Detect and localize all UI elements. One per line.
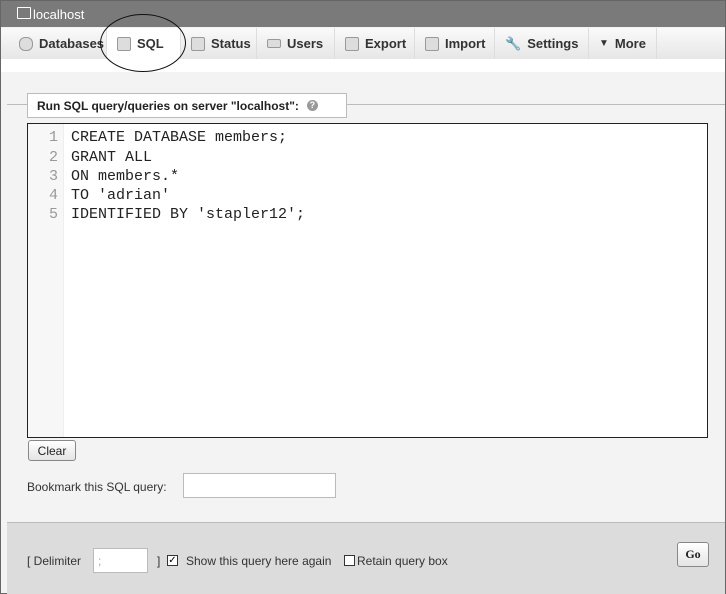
tab-sql[interactable]: SQL — [107, 28, 181, 59]
delimiter-close: ] — [157, 554, 161, 568]
go-button[interactable]: Go — [677, 542, 709, 567]
bookmark-input[interactable] — [183, 473, 336, 498]
export-icon — [345, 36, 359, 51]
server-icon — [17, 7, 31, 19]
server-link[interactable]: localhost — [33, 7, 84, 22]
server-breadcrumb: localhost — [1, 1, 725, 27]
tab-label: More — [614, 36, 646, 51]
show-again-label: Show this query here again — [186, 554, 332, 568]
line-number: 3 — [48, 168, 58, 185]
tab-label: Users — [287, 36, 324, 51]
code-line: ON members.* — [71, 168, 180, 185]
line-number: 2 — [48, 149, 58, 166]
help-icon[interactable]: ? — [306, 100, 318, 111]
line-number: 1 — [48, 129, 58, 146]
database-icon — [19, 36, 33, 51]
import-icon — [425, 36, 439, 51]
sql-editor[interactable]: 1 2 3 4 5 CREATE DATABASE members; GRANT… — [27, 123, 708, 438]
legend-text: Run SQL query/queries on server "localho… — [37, 98, 299, 113]
retain-query-checkbox[interactable] — [344, 555, 355, 566]
sql-icon — [117, 36, 131, 51]
bookmark-label: Bookmark this SQL query: — [27, 480, 167, 494]
status-icon — [191, 36, 205, 51]
clear-button[interactable]: Clear — [28, 440, 76, 461]
tab-status[interactable]: Status — [181, 28, 257, 59]
main-tabs: Databases SQL Status Users Export Import… — [1, 28, 725, 60]
retain-query-label: Retain query box — [357, 554, 448, 568]
tab-label: SQL — [137, 36, 164, 51]
tab-databases[interactable]: Databases — [9, 28, 107, 59]
tab-spacer — [1, 59, 725, 72]
wrench-icon: 🔧 — [505, 35, 522, 51]
tab-settings[interactable]: 🔧 Settings — [495, 28, 589, 59]
code-line: IDENTIFIED BY 'stapler12'; — [71, 206, 306, 223]
line-number: 4 — [48, 187, 58, 204]
tab-more[interactable]: ▼ More — [589, 28, 657, 59]
query-legend: Run SQL query/queries on server "localho… — [27, 93, 347, 118]
tab-label: Import — [445, 36, 486, 51]
delimiter-input[interactable] — [93, 548, 148, 573]
tab-label: Export — [365, 36, 407, 51]
show-again-checkbox[interactable]: ✓ — [167, 555, 178, 566]
users-icon — [267, 39, 281, 48]
code-line: CREATE DATABASE members; — [71, 129, 288, 146]
triangle-down-icon: ▼ — [599, 38, 609, 49]
delimiter-label: [ Delimiter — [27, 554, 82, 568]
line-gutter: 1 2 3 4 5 — [28, 124, 64, 437]
line-number: 5 — [48, 206, 58, 223]
tab-import[interactable]: Import — [415, 28, 495, 59]
tab-label: Settings — [527, 36, 579, 51]
phpmyadmin-window: localhost Databases SQL Status Users Exp… — [0, 0, 726, 594]
tab-label: Status — [211, 36, 251, 51]
tab-export[interactable]: Export — [335, 28, 415, 59]
code-line: GRANT ALL — [71, 149, 153, 166]
tab-users[interactable]: Users — [257, 28, 335, 59]
code-line: TO 'adrian' — [71, 187, 171, 204]
tab-label: Databases — [39, 36, 105, 51]
